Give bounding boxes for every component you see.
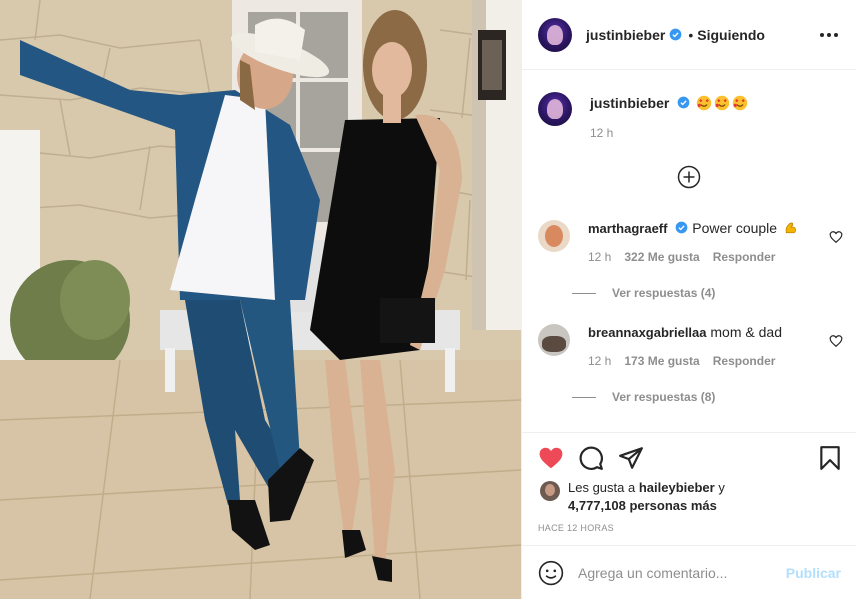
likes-and: y [718,480,725,495]
view-replies-button[interactable]: Ver respuestas (8) [572,390,715,404]
separator: • [688,26,694,43]
paper-plane-icon[interactable] [618,445,644,471]
view-replies-label: Ver respuestas (4) [612,286,716,300]
post-timestamp: HACE 12 HORAS [538,523,614,533]
comment-avatar[interactable] [538,324,570,356]
caption-avatar[interactable] [538,92,572,126]
liker-username[interactable]: haileybieber [639,480,715,495]
more-options-icon[interactable] [817,24,841,46]
instagram-post: justinbieber • Siguiendo justinbieber 12… [0,0,856,599]
heart-outline-icon[interactable] [829,230,843,244]
verified-badge-icon [676,221,688,234]
heart-outline-icon[interactable] [829,334,843,348]
comment-likes[interactable]: 173 Me gusta [624,354,699,368]
author-username[interactable]: justinbieber [586,27,665,43]
view-replies-button[interactable]: Ver respuestas (4) [572,286,715,300]
reply-button[interactable]: Responder [713,354,776,368]
post-photo[interactable] [0,0,521,599]
comment-time: 12 h [588,354,612,368]
caption-time: 12 h [590,126,614,140]
view-replies-label: Ver respuestas (8) [612,390,716,404]
post-header: justinbieber • Siguiendo [522,0,856,70]
add-comment-bar: Publicar [522,545,856,600]
avatar[interactable] [538,17,572,52]
post-panel: justinbieber • Siguiendo justinbieber 12… [521,0,856,599]
caption-username[interactable]: justinbieber [590,95,669,111]
flexed-biceps-emoji-icon [785,222,796,234]
post-image [0,0,521,599]
verified-badge-icon [670,28,682,41]
follow-status-button[interactable]: Siguiendo [697,27,765,43]
comment-username[interactable]: marthagraeff [588,221,667,236]
reply-button[interactable]: Responder [713,250,776,264]
smiling-face-with-hearts-emoji-icon [696,95,712,111]
comment-likes[interactable]: 322 Me gusta [624,250,699,264]
smiling-face-with-hearts-emoji-icon [714,95,730,111]
comment-avatar[interactable] [538,220,570,252]
likes-summary: Les gusta a haileybieber y 4,777,108 per… [540,479,725,515]
comment-time: 12 h [588,250,612,264]
liker-avatar[interactable] [540,481,560,501]
likes-count[interactable]: 4,777,108 personas más [568,498,717,513]
likes-prefix: Les gusta a [568,480,636,495]
verified-badge-icon [677,96,690,109]
comment-icon[interactable] [578,445,604,471]
post-caption: justinbieber 12 h [538,92,843,140]
post-actions: Les gusta a haileybieber y 4,777,108 per… [522,432,856,599]
comment-text: Power couple [692,220,778,236]
smiling-face-with-hearts-emoji-icon [732,95,748,111]
plus-circle-icon[interactable] [677,165,701,189]
heart-filled-icon[interactable] [538,445,564,471]
comment-username[interactable]: breannaxgabriellaa [588,325,707,340]
comment-input[interactable] [578,565,778,581]
comment: marthagraeff Power couple 12 h 322 Me gu… [538,220,843,264]
comment-text: mom & dad [710,324,782,340]
bookmark-icon[interactable] [817,445,843,471]
smiley-icon[interactable] [538,560,564,586]
publish-button[interactable]: Publicar [786,565,841,581]
comment: breannaxgabriellaa mom & dad 12 h 173 Me… [538,324,843,368]
